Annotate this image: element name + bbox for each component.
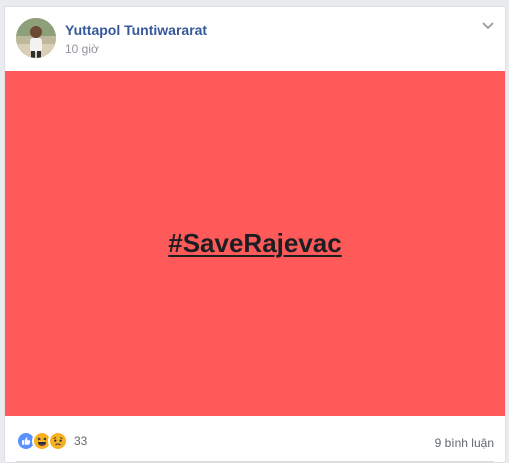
profile-photo: [16, 18, 56, 58]
post-timestamp[interactable]: 10 giờ: [65, 42, 99, 56]
footer-divider: [16, 461, 494, 462]
post-footer: 33 9 bình luận: [5, 416, 505, 462]
post-card: Yuttapol Tuntiwararat 10 giờ #SaveRajeva…: [4, 6, 506, 463]
comment-count-link[interactable]: 9 bình luận: [435, 436, 494, 450]
post-background: #SaveRajevac: [5, 71, 505, 416]
reactions-summary[interactable]: 33: [16, 431, 87, 451]
sad-icon: [48, 431, 68, 451]
reaction-count: 33: [74, 434, 88, 448]
hashtag-link[interactable]: #SaveRajevac: [168, 228, 341, 259]
chevron-down-icon[interactable]: [481, 18, 495, 32]
post-header: Yuttapol Tuntiwararat 10 giờ: [5, 7, 505, 71]
author-name-link[interactable]: Yuttapol Tuntiwararat: [65, 22, 207, 38]
author-avatar[interactable]: [16, 18, 56, 58]
